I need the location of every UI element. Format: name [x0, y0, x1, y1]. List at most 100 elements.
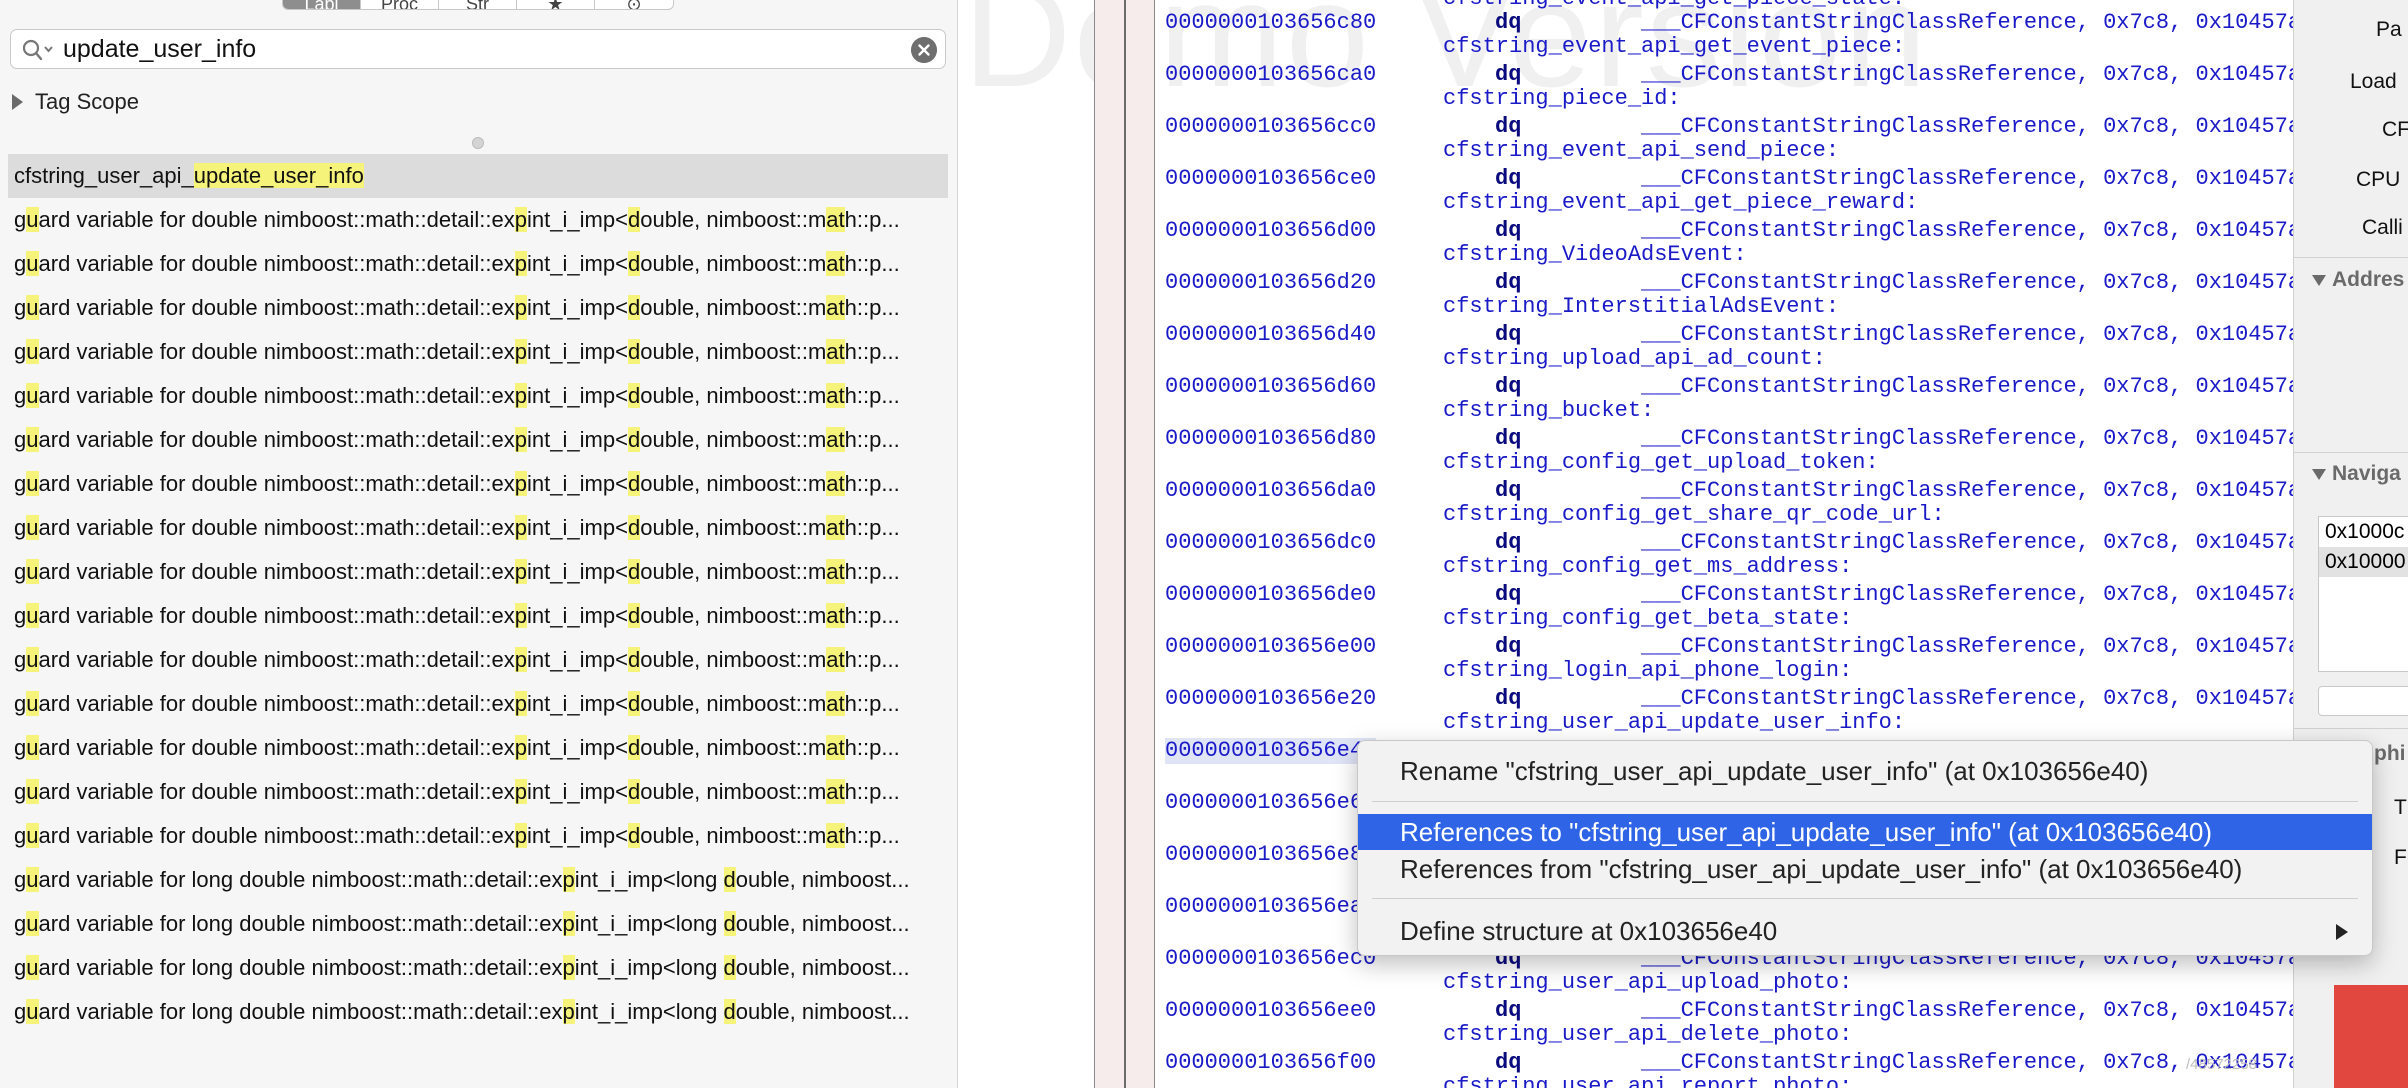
code-address[interactable]: 0000000103656e6 — [1165, 790, 1363, 816]
code-mnemonic[interactable]: dq — [1495, 426, 1521, 452]
code-address[interactable]: 0000000103656ec0 — [1165, 946, 1376, 972]
code-address[interactable]: 0000000103656da0 — [1165, 478, 1376, 504]
tag-scope-disclosure[interactable]: Tag Scope — [12, 88, 139, 116]
disclosure-triangle-icon[interactable] — [2312, 275, 2326, 286]
search-result-row[interactable]: guard variable for double nimboost::math… — [8, 594, 948, 638]
code-label[interactable]: cfstring_bucket: — [1443, 398, 1654, 424]
menu-item-rename[interactable]: Rename "cfstring_user_api_update_user_in… — [1358, 753, 2372, 789]
segment-bookmarks[interactable]: ★ — [517, 0, 595, 9]
code-mnemonic[interactable]: dq — [1495, 530, 1521, 556]
search-field[interactable] — [10, 29, 946, 69]
code-mnemonic[interactable]: dq — [1495, 374, 1521, 400]
search-result-row[interactable]: guard variable for double nimboost::math… — [8, 638, 948, 682]
code-operands[interactable]: ___CFConstantStringClassReference, 0x7c8… — [1641, 634, 2293, 660]
code-mnemonic[interactable]: dq — [1495, 270, 1521, 296]
search-result-row[interactable]: guard variable for double nimboost::math… — [8, 286, 948, 330]
code-address[interactable]: 0000000103656d80 — [1165, 426, 1376, 452]
search-result-row[interactable]: guard variable for double nimboost::math… — [8, 198, 948, 242]
code-label[interactable]: cfstring_upload_api_ad_count: — [1443, 346, 1826, 372]
code-address[interactable]: 0000000103656e40 — [1165, 738, 1377, 764]
segment-tags[interactable]: ⊙ — [595, 0, 673, 9]
navigation-input[interactable] — [2318, 686, 2408, 716]
code-address[interactable]: 0000000103656d40 — [1165, 322, 1376, 348]
code-operands[interactable]: ___CFConstantStringClassReference, 0x7c8… — [1641, 270, 2293, 296]
code-operands[interactable]: ___CFConstantStringClassReference, 0x7c8… — [1641, 530, 2293, 556]
code-label[interactable]: cfstring_login_api_phone_login: — [1443, 658, 1852, 684]
code-operands[interactable]: ___CFConstantStringClassReference, 0x7c8… — [1641, 686, 2293, 712]
code-address[interactable]: 0000000103656f00 — [1165, 1050, 1376, 1076]
search-result-row[interactable]: guard variable for long double nimboost:… — [8, 902, 948, 946]
code-mnemonic[interactable]: dq — [1495, 322, 1521, 348]
code-address[interactable]: 0000000103656ee0 — [1165, 998, 1376, 1024]
search-result-row[interactable]: guard variable for double nimboost::math… — [8, 550, 948, 594]
search-result-row[interactable]: cfstring_user_api_update_user_info — [8, 154, 948, 198]
code-operands[interactable]: ___CFConstantStringClassReference, 0x7c8… — [1641, 426, 2293, 452]
code-mnemonic[interactable]: dq — [1495, 634, 1521, 660]
code-operands[interactable]: ___CFConstantStringClassReference, 0x7c8… — [1641, 166, 2293, 192]
graph-section-header[interactable]: phi — [2374, 742, 2406, 766]
menu-item-define-structure[interactable]: Define structure at 0x103656e40 — [1358, 913, 2372, 949]
code-label[interactable]: cfstring_config_get_share_qr_code_url: — [1443, 502, 1945, 528]
disclosure-triangle-icon[interactable] — [12, 94, 23, 110]
search-result-row[interactable]: guard variable for double nimboost::math… — [8, 506, 948, 550]
code-mnemonic[interactable]: dq — [1495, 1050, 1521, 1076]
navigation-list[interactable]: 0x1000c 0x10000 — [2318, 516, 2408, 672]
search-result-row[interactable]: guard variable for double nimboost::math… — [8, 770, 948, 814]
menu-item-references-from[interactable]: References from "cfstring_user_api_updat… — [1358, 851, 2372, 887]
code-label[interactable]: cfstring_event_api_get_event_piece: — [1443, 34, 1905, 60]
search-result-row[interactable]: guard variable for long double nimboost:… — [8, 858, 948, 902]
search-result-row[interactable]: guard variable for double nimboost::math… — [8, 814, 948, 858]
code-label[interactable]: cfstring_InterstitialAdsEvent: — [1443, 294, 1839, 320]
segment-procedures[interactable]: Proc — [361, 0, 439, 9]
code-label[interactable]: cfstring_event_api_send_piece: — [1443, 138, 1839, 164]
search-result-row[interactable]: guard variable for long double nimboost:… — [8, 946, 948, 990]
navigation-list-item[interactable]: 0x1000c — [2319, 517, 2408, 547]
code-operands[interactable]: ___CFConstantStringClassReference, 0x7c8… — [1641, 582, 2293, 608]
code-address[interactable]: 0000000103656e00 — [1165, 634, 1376, 660]
code-label[interactable]: cfstring_user_api_delete_photo: — [1443, 1022, 1852, 1048]
splitter-handle[interactable] — [472, 137, 484, 149]
code-label[interactable]: cfstring_piece_id: — [1443, 86, 1681, 112]
code-label[interactable]: cfstring_config_get_upload_token: — [1443, 450, 1879, 476]
code-label[interactable]: cfstring_VideoAdsEvent: — [1443, 242, 1747, 268]
code-mnemonic[interactable]: dq — [1495, 114, 1521, 140]
code-mnemonic[interactable]: dq — [1495, 166, 1521, 192]
search-result-row[interactable]: guard variable for long double nimboost:… — [8, 990, 948, 1034]
segment-strings[interactable]: Str — [439, 0, 517, 9]
code-label[interactable]: cfstring_user_api_upload_photo: — [1443, 970, 1852, 996]
code-address[interactable]: 0000000103656cc0 — [1165, 114, 1376, 140]
code-mnemonic[interactable]: dq — [1495, 582, 1521, 608]
code-mnemonic[interactable]: dq — [1495, 478, 1521, 504]
code-label[interactable]: cfstring_config_get_ms_address: — [1443, 554, 1852, 580]
code-address[interactable]: 0000000103656de0 — [1165, 582, 1376, 608]
code-address[interactable]: 0000000103656d20 — [1165, 270, 1376, 296]
code-label[interactable]: cfstring_user_api_update_user_info: — [1443, 710, 1905, 736]
code-mnemonic[interactable]: dq — [1495, 218, 1521, 244]
code-address[interactable]: 0000000103656c80 — [1165, 10, 1376, 36]
graph-preview[interactable] — [2334, 985, 2408, 1088]
code-operands[interactable]: ___CFConstantStringClassReference, 0x7c8… — [1641, 478, 2293, 504]
search-result-row[interactable]: guard variable for double nimboost::math… — [8, 374, 948, 418]
code-operands[interactable]: ___CFConstantStringClassReference, 0x7c8… — [1641, 114, 2293, 140]
search-result-row[interactable]: guard variable for double nimboost::math… — [8, 418, 948, 462]
search-result-row[interactable]: guard variable for double nimboost::math… — [8, 682, 948, 726]
navigation-list-item[interactable]: 0x10000 — [2319, 547, 2408, 577]
menu-item-references-to[interactable]: References to "cfstring_user_api_update_… — [1358, 814, 2372, 850]
navigation-section-header[interactable]: Naviga — [2312, 462, 2401, 486]
segment-labels[interactable]: Labl — [283, 0, 361, 9]
search-result-row[interactable]: guard variable for double nimboost::math… — [8, 462, 948, 506]
search-result-row[interactable]: guard variable for double nimboost::math… — [8, 726, 948, 770]
code-address[interactable]: 0000000103656ca0 — [1165, 62, 1376, 88]
code-mnemonic[interactable]: dq — [1495, 62, 1521, 88]
code-operands[interactable]: ___CFConstantStringClassReference, 0x7c8… — [1641, 62, 2293, 88]
search-input[interactable] — [63, 34, 909, 64]
code-operands[interactable]: ___CFConstantStringClassReference, 0x7c8… — [1641, 374, 2293, 400]
code-operands[interactable]: ___CFConstantStringClassReference, 0x7c8… — [1641, 322, 2293, 348]
code-mnemonic[interactable]: dq — [1495, 998, 1521, 1024]
code-address[interactable]: 0000000103656e20 — [1165, 686, 1376, 712]
address-section-header[interactable]: Addres — [2312, 268, 2404, 292]
disclosure-triangle-icon[interactable] — [2312, 469, 2326, 480]
code-label[interactable]: cfstring_config_get_beta_state: — [1443, 606, 1852, 632]
code-address[interactable]: 0000000103656d00 — [1165, 218, 1376, 244]
code-address[interactable]: 0000000103656d60 — [1165, 374, 1376, 400]
